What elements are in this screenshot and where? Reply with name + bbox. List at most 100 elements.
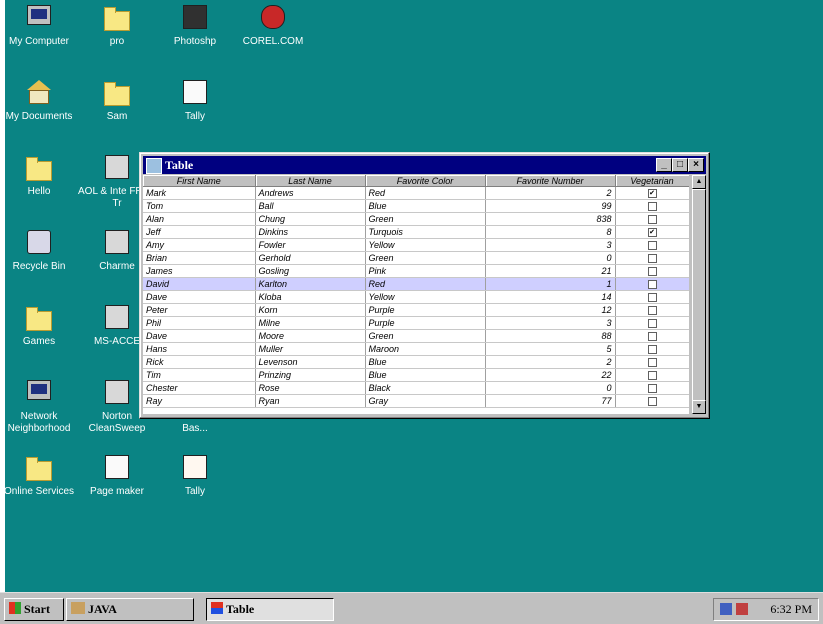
close-button[interactable]: × [688,158,704,172]
favorite-number-cell[interactable]: 3 [485,238,616,252]
favorite-color-cell[interactable]: Maroon [365,342,486,356]
vegetarian-checkbox[interactable]: ✔ [647,228,657,238]
column-header-vegetarian[interactable]: Vegetarian [615,175,689,187]
scroll-up-arrow[interactable]: ▲ [692,175,706,189]
favorite-color-cell[interactable]: Pink [365,264,486,278]
favorite-color-cell[interactable]: Turquois [365,225,486,239]
vegetarian-checkbox[interactable] [647,319,657,329]
favorite-color-cell[interactable]: Purple [365,303,486,317]
favorite-number-cell[interactable]: 3 [485,316,616,330]
desktop-icon-recycle-bin[interactable]: Recycle Bin [0,230,78,273]
desktop-icon-online-services[interactable]: Online Services [0,455,78,498]
table-row[interactable]: Tom Ball Blue 99 [143,199,689,213]
first-name-cell[interactable]: Mark [143,186,256,200]
favorite-color-cell[interactable]: Yellow [365,238,486,252]
first-name-cell[interactable]: Phil [143,316,256,330]
favorite-color-cell[interactable]: Red [365,186,486,200]
vegetarian-checkbox[interactable] [647,371,657,381]
favorite-number-cell[interactable]: 1 [485,277,616,291]
favorite-number-cell[interactable]: 12 [485,303,616,317]
first-name-cell[interactable]: Dave [143,329,256,343]
favorite-color-cell[interactable]: Green [365,251,486,265]
desktop-icon-corel-com[interactable]: COREL.COM [234,5,312,48]
desktop-icon-pro[interactable]: pro [78,5,156,48]
last-name-cell[interactable]: Chung [255,212,366,226]
favorite-color-cell[interactable]: Black [365,381,486,395]
favorite-color-cell[interactable]: Blue [365,368,486,382]
vertical-scrollbar[interactable]: ▲ ▼ [692,175,706,414]
first-name-cell[interactable]: Tim [143,368,256,382]
last-name-cell[interactable]: Dinkins [255,225,366,239]
table-row[interactable]: James Gosling Pink 21 [143,264,689,278]
maximize-button[interactable]: □ [672,158,688,172]
table-row[interactable]: Alan Chung Green 838 [143,212,689,226]
column-header-favorite-color[interactable]: Favorite Color [365,175,486,187]
table-row[interactable]: Dave Moore Green 88 [143,329,689,343]
favorite-number-cell[interactable]: 22 [485,368,616,382]
last-name-cell[interactable]: Andrews [255,186,366,200]
desktop-icon-my-documents[interactable]: My Documents [0,80,78,123]
minimize-button[interactable]: _ [656,158,672,172]
favorite-color-cell[interactable]: Yellow [365,290,486,304]
table-viewport[interactable]: First Name Last Name Favorite Color Favorit… [143,175,689,414]
column-header-favorite-number[interactable]: Favorite Number [485,175,616,187]
desktop-icon-tally[interactable]: Tally [156,455,234,498]
favorite-number-cell[interactable]: 0 [485,381,616,395]
last-name-cell[interactable]: Muller [255,342,366,356]
vegetarian-checkbox[interactable] [647,215,657,225]
favorite-number-cell[interactable]: 8 [485,225,616,239]
table-row[interactable]: Rick Levenson Blue 2 [143,355,689,369]
desktop-icon-games[interactable]: Games [0,305,78,348]
desktop-icon-my-computer[interactable]: My Computer [0,5,78,48]
table-row[interactable]: Mark Andrews Red 2 ✔ [143,186,689,200]
table-row[interactable]: Ray Ryan Gray 77 [143,394,689,408]
vegetarian-checkbox[interactable] [647,241,657,251]
last-name-cell[interactable]: Gerhold [255,251,366,265]
start-button[interactable]: Start [4,598,64,621]
table-row[interactable]: Amy Fowler Yellow 3 [143,238,689,252]
vegetarian-checkbox[interactable] [647,332,657,342]
favorite-number-cell[interactable]: 88 [485,329,616,343]
column-header-last-name[interactable]: Last Name [255,175,366,187]
vegetarian-checkbox[interactable] [647,358,657,368]
favorite-color-cell[interactable]: Blue [365,355,486,369]
last-name-cell[interactable]: Fowler [255,238,366,252]
table-row[interactable]: Tim Prinzing Blue 22 [143,368,689,382]
favorite-number-cell[interactable]: 838 [485,212,616,226]
last-name-cell[interactable]: Milne [255,316,366,330]
favorite-number-cell[interactable]: 2 [485,355,616,369]
desktop-icon-page-maker[interactable]: Page maker [78,455,156,498]
last-name-cell[interactable]: Levenson [255,355,366,369]
favorite-number-cell[interactable]: 99 [485,199,616,213]
favorite-color-cell[interactable]: Blue [365,199,486,213]
favorite-number-cell[interactable]: 0 [485,251,616,265]
taskbar-button-java[interactable]: JAVA [66,598,194,621]
first-name-cell[interactable]: Ray [143,394,256,408]
first-name-cell[interactable]: Peter [143,303,256,317]
last-name-cell[interactable]: Moore [255,329,366,343]
last-name-cell[interactable]: Prinzing [255,368,366,382]
first-name-cell[interactable]: Tom [143,199,256,213]
table-row[interactable]: Peter Korn Purple 12 [143,303,689,317]
last-name-cell[interactable]: Ball [255,199,366,213]
table-row[interactable]: Hans Muller Maroon 5 [143,342,689,356]
favorite-number-cell[interactable]: 5 [485,342,616,356]
volume-tray-icon[interactable] [736,603,748,615]
favorite-color-cell[interactable]: Red [365,277,486,291]
first-name-cell[interactable]: James [143,264,256,278]
scroll-down-arrow[interactable]: ▼ [692,400,706,414]
favorite-number-cell[interactable]: 77 [485,394,616,408]
clock[interactable]: 6:32 PM [770,599,812,620]
scroll-thumb[interactable] [692,189,706,401]
desktop-icon-sam[interactable]: Sam [78,80,156,123]
vegetarian-checkbox[interactable] [647,254,657,264]
last-name-cell[interactable]: Rose [255,381,366,395]
first-name-cell[interactable]: Jeff [143,225,256,239]
vegetarian-checkbox[interactable] [647,345,657,355]
last-name-cell[interactable]: Ryan [255,394,366,408]
first-name-cell[interactable]: Chester [143,381,256,395]
last-name-cell[interactable]: Kloba [255,290,366,304]
table-row[interactable]: Phil Milne Purple 3 [143,316,689,330]
table-row[interactable]: Dave Kloba Yellow 14 [143,290,689,304]
favorite-color-cell[interactable]: Gray [365,394,486,408]
